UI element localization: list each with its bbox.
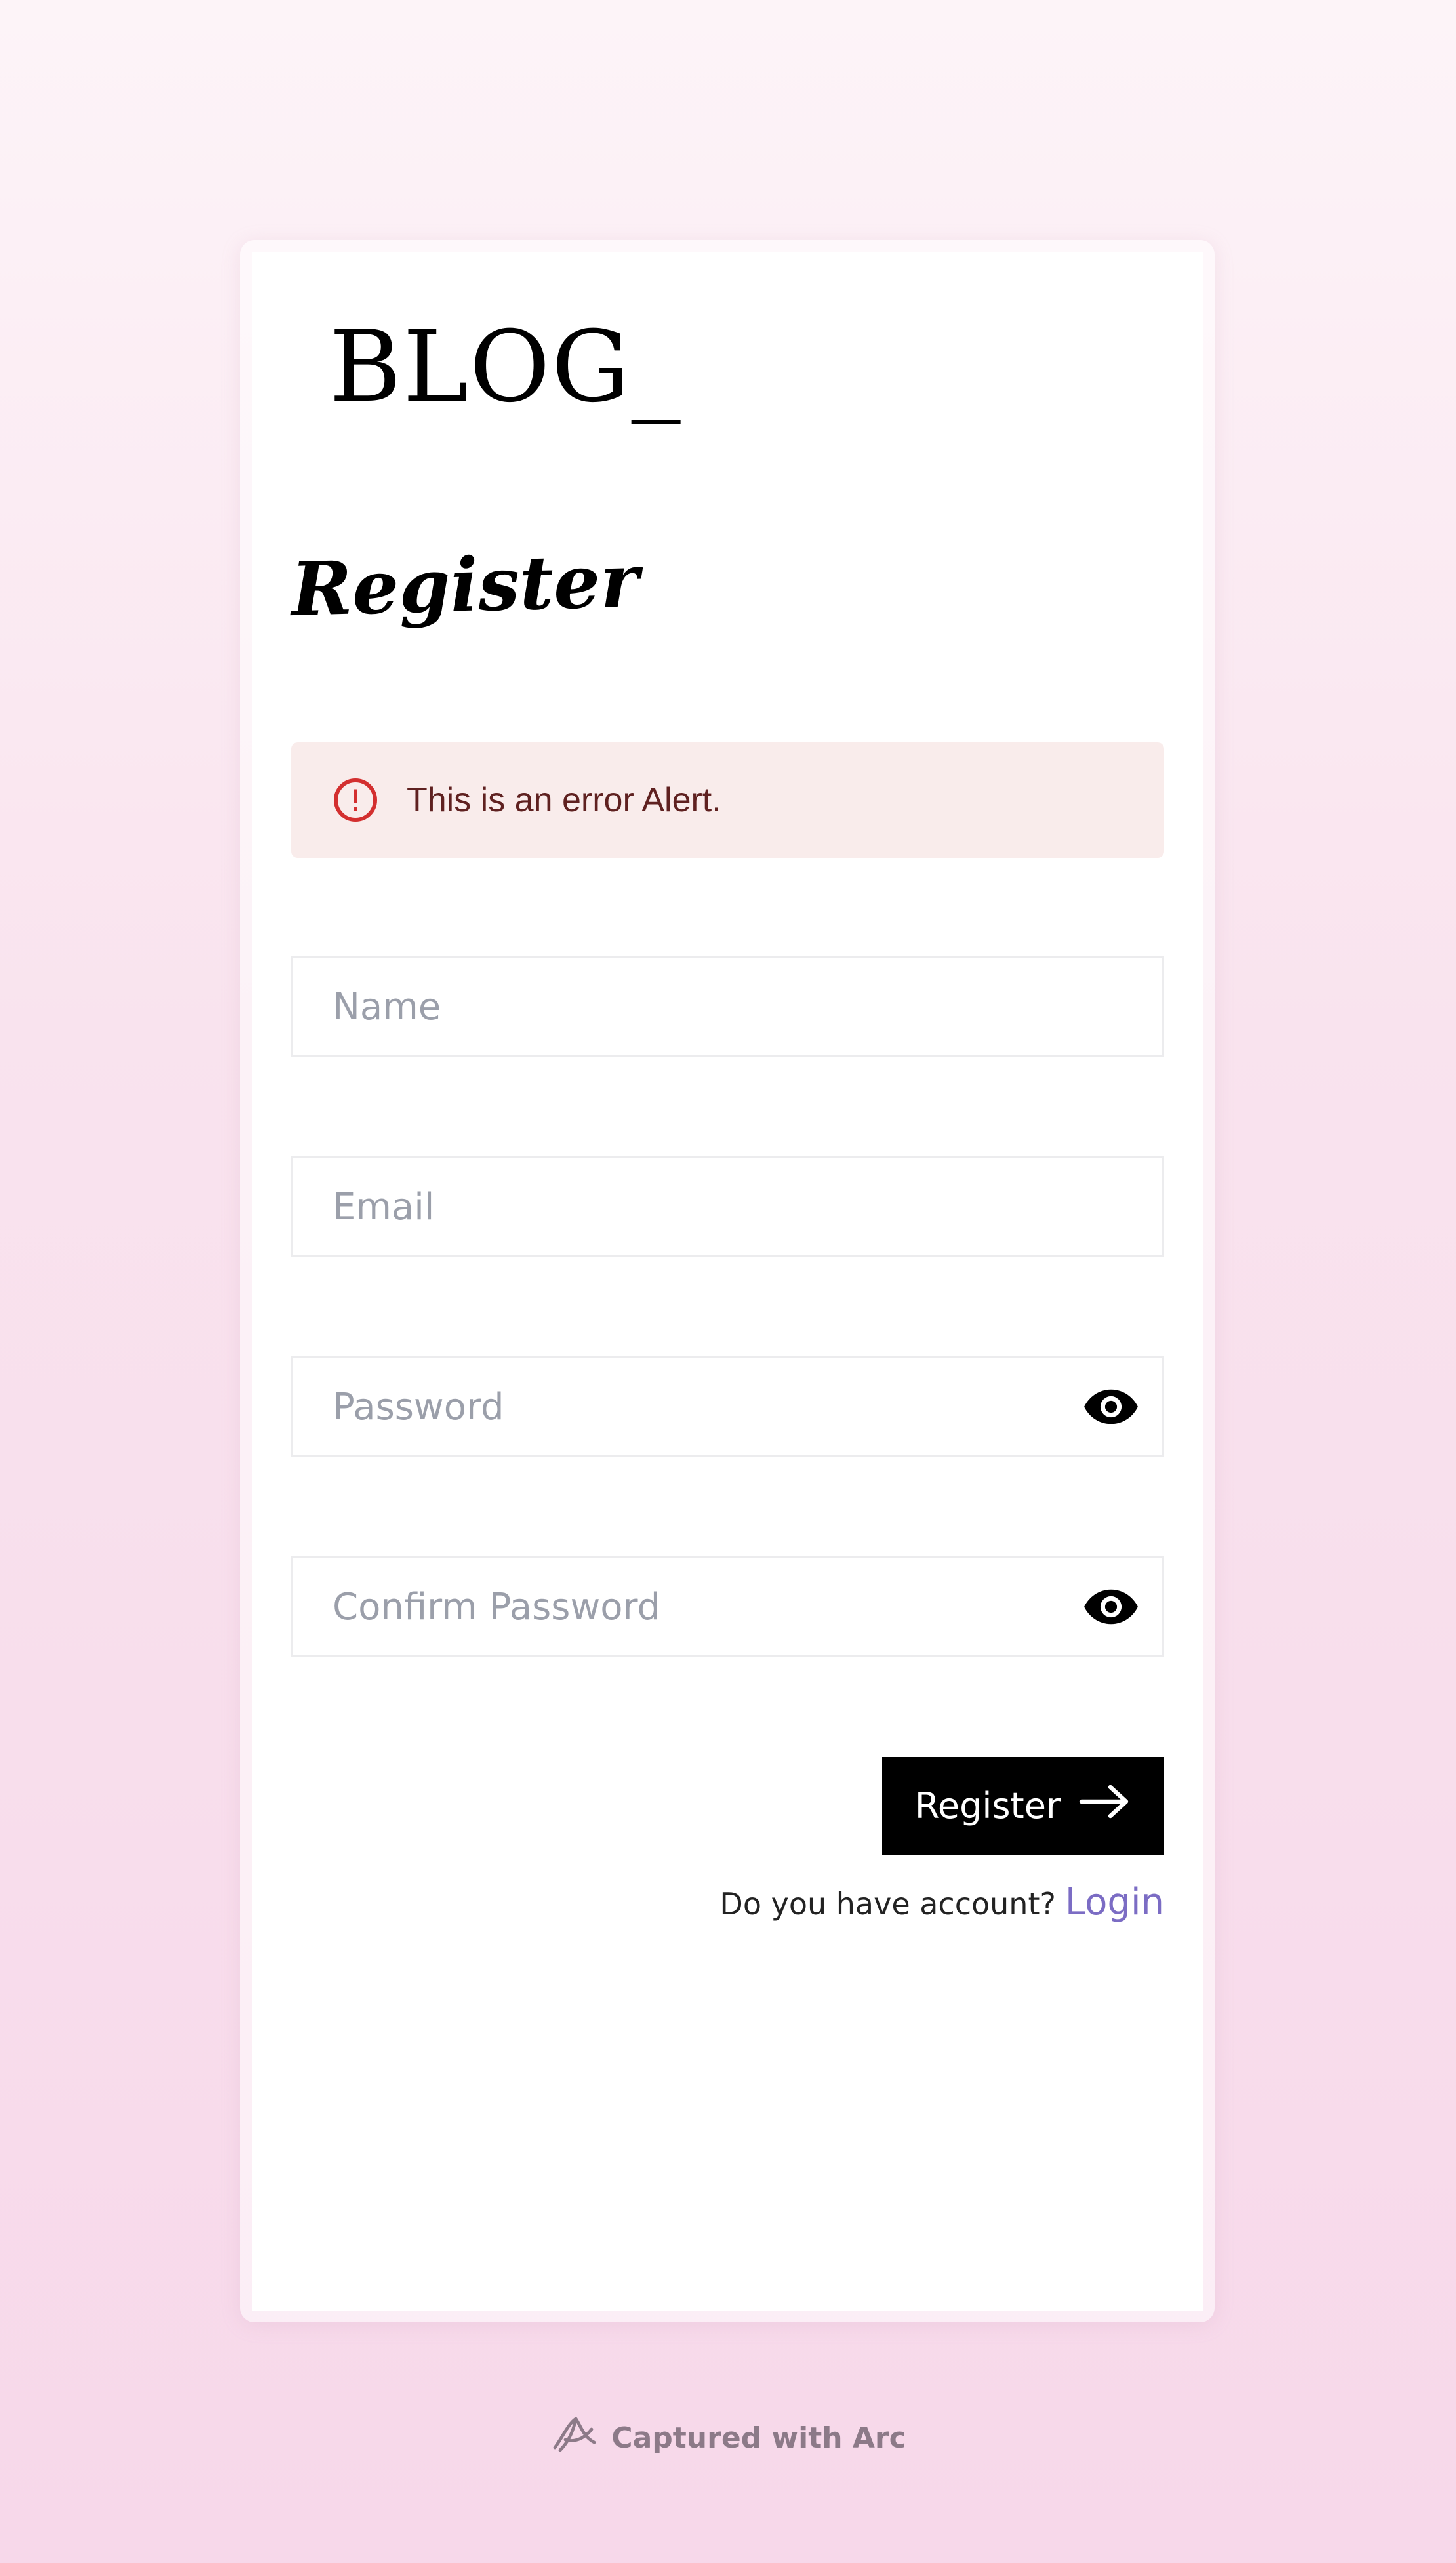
- error-alert: This is an error Alert.: [291, 742, 1164, 858]
- email-input[interactable]: [293, 1158, 1162, 1255]
- alert-message: This is an error Alert.: [407, 781, 721, 819]
- page-title: Register: [290, 538, 640, 633]
- confirm-password-field-wrapper: [291, 1556, 1164, 1657]
- register-button-label: Register: [914, 1785, 1061, 1826]
- blog-logo[interactable]: BLOG_: [329, 308, 682, 426]
- eye-icon[interactable]: [1083, 1587, 1139, 1626]
- arc-logo-icon: [550, 2413, 599, 2463]
- login-link[interactable]: Login: [1065, 1881, 1164, 1924]
- eye-icon[interactable]: [1083, 1387, 1139, 1426]
- login-prompt-text: Do you have account?: [719, 1886, 1056, 1922]
- name-field-wrapper: [291, 956, 1164, 1057]
- confirm-password-input[interactable]: [293, 1558, 1083, 1655]
- login-prompt: Do you have account? Login: [719, 1881, 1164, 1924]
- error-outline-icon: [332, 777, 379, 824]
- password-field-wrapper: [291, 1356, 1164, 1457]
- register-button[interactable]: Register: [882, 1757, 1164, 1855]
- email-field-wrapper: [291, 1156, 1164, 1257]
- arrow-right-icon: [1079, 1785, 1131, 1827]
- capture-footer: Captured with Arc: [0, 2413, 1456, 2463]
- name-input[interactable]: [293, 958, 1162, 1055]
- password-input[interactable]: [293, 1358, 1083, 1455]
- footer-text: Captured with Arc: [611, 2421, 906, 2455]
